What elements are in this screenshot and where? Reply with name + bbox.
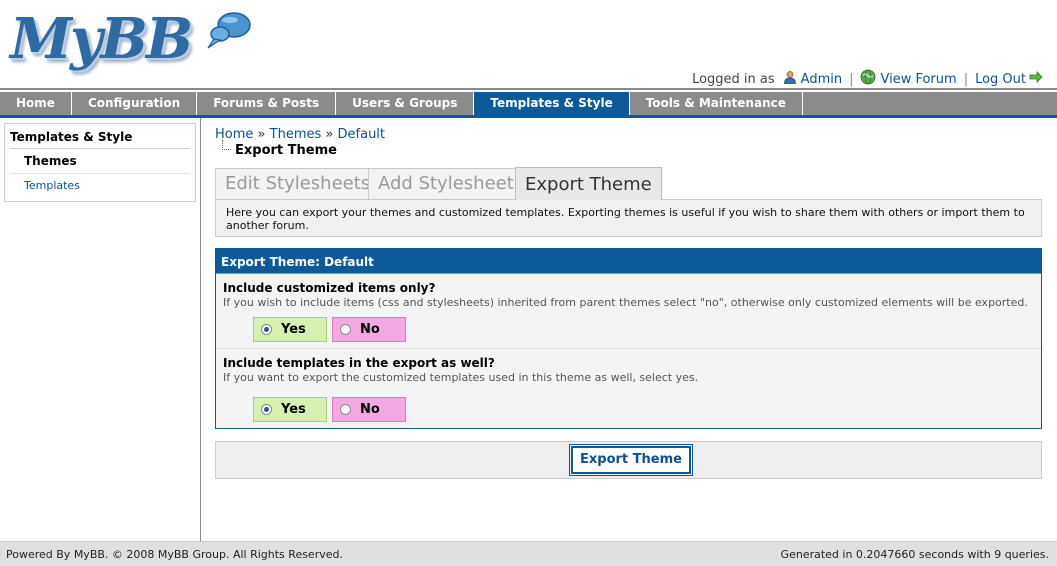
- user-icon: [783, 70, 797, 88]
- breadcrumb-separator: »: [257, 127, 266, 142]
- tab-export-theme[interactable]: Export Theme: [515, 167, 662, 200]
- radio-label: No: [360, 322, 380, 337]
- breadcrumb-themes[interactable]: Themes: [270, 127, 322, 142]
- sidebar-item-templates[interactable]: Templates: [10, 174, 190, 197]
- page-title: Export Theme: [215, 140, 1042, 158]
- sidebar-item-themes[interactable]: Themes: [10, 149, 190, 174]
- radio-group: Yes No: [253, 397, 1034, 422]
- footer: Powered By MyBB. © 2008 MyBB Group. All …: [0, 541, 1057, 566]
- view-forum-link[interactable]: View Forum: [880, 72, 956, 87]
- radio-dot[interactable]: [340, 404, 351, 415]
- menu-home[interactable]: Home: [0, 92, 72, 115]
- logged-in-text: Logged in as: [692, 71, 775, 87]
- menu-users-groups[interactable]: Users & Groups: [336, 92, 475, 115]
- radio-label: Yes: [281, 402, 306, 417]
- option-description: If you want to export the customized tem…: [223, 371, 699, 384]
- radio-label: No: [360, 402, 380, 417]
- separator: |: [963, 71, 969, 87]
- header: MyBB Logged in as Admin | View Forum | L…: [0, 0, 1057, 92]
- main-content: Home » Themes » Default Export Theme Edi…: [215, 127, 1042, 479]
- logout-link[interactable]: Log Out: [975, 72, 1026, 87]
- separator: |: [849, 71, 854, 87]
- admin-link[interactable]: Admin: [801, 72, 842, 87]
- radio-dot[interactable]: [340, 324, 351, 335]
- menu-templates-style[interactable]: Templates & Style: [474, 92, 630, 115]
- tab-edit-stylesheets[interactable]: Edit Stylesheets: [215, 168, 381, 199]
- radio-no-templates[interactable]: No: [332, 397, 406, 422]
- export-theme-button[interactable]: Export Theme: [569, 444, 693, 476]
- radio-label: Yes: [281, 322, 306, 337]
- panel-title: Export Theme: Default: [216, 249, 1041, 274]
- menu-forums-posts[interactable]: Forums & Posts: [197, 92, 337, 115]
- main-menu: Home Configuration Forums & Posts Users …: [0, 92, 1057, 118]
- logo-text: MyBB: [10, 6, 193, 72]
- radio-dot-selected[interactable]: [261, 324, 272, 335]
- radio-yes-customized[interactable]: Yes: [253, 317, 327, 342]
- mybb-logo[interactable]: MyBB: [10, 4, 251, 80]
- sidebar: Templates & Style Themes Templates: [0, 118, 201, 541]
- sidebar-box: Templates & Style Themes Templates: [4, 123, 196, 202]
- option-row-templates: Include templates in the export as well?…: [216, 349, 1041, 428]
- radio-yes-templates[interactable]: Yes: [253, 397, 327, 422]
- form-submit-bar: Export Theme: [215, 441, 1042, 479]
- tab-bar: Edit Stylesheets Add Stylesheet Export T…: [215, 167, 1042, 200]
- header-divider: [0, 88, 1057, 90]
- option-title: Include customized items only?: [223, 281, 436, 295]
- export-theme-panel: Export Theme: Default Include customized…: [215, 248, 1042, 429]
- footer-generation-stats: Generated in 0.2047660 seconds with 9 qu…: [780, 548, 1049, 561]
- arrow-right-icon: [1029, 71, 1043, 87]
- tab-add-stylesheet[interactable]: Add Stylesheet: [368, 168, 524, 199]
- sidebar-title: Templates & Style: [10, 127, 190, 149]
- breadcrumb-separator: »: [325, 127, 334, 142]
- globe-icon: [860, 69, 876, 89]
- user-bar: Logged in as Admin | View Forum | Log Ou…: [692, 69, 1047, 89]
- tab-description: Here you can export your themes and cust…: [215, 199, 1042, 237]
- breadcrumb: Home » Themes » Default: [215, 127, 1042, 142]
- footer-copyright: Powered By MyBB. © 2008 MyBB Group. All …: [6, 548, 343, 561]
- breadcrumb-home[interactable]: Home: [215, 127, 253, 142]
- menu-tools-maintenance[interactable]: Tools & Maintenance: [630, 92, 803, 115]
- speech-bubble-icon: [207, 12, 251, 49]
- radio-group: Yes No: [253, 317, 1034, 342]
- option-title: Include templates in the export as well?: [223, 356, 495, 370]
- breadcrumb-default[interactable]: Default: [338, 127, 386, 142]
- radio-dot-selected[interactable]: [261, 404, 272, 415]
- menu-configuration[interactable]: Configuration: [72, 92, 198, 115]
- radio-no-customized[interactable]: No: [332, 317, 406, 342]
- option-description: If you wish to include items (css and st…: [223, 296, 1028, 309]
- option-row-customized: Include customized items only? If you wi…: [216, 274, 1041, 349]
